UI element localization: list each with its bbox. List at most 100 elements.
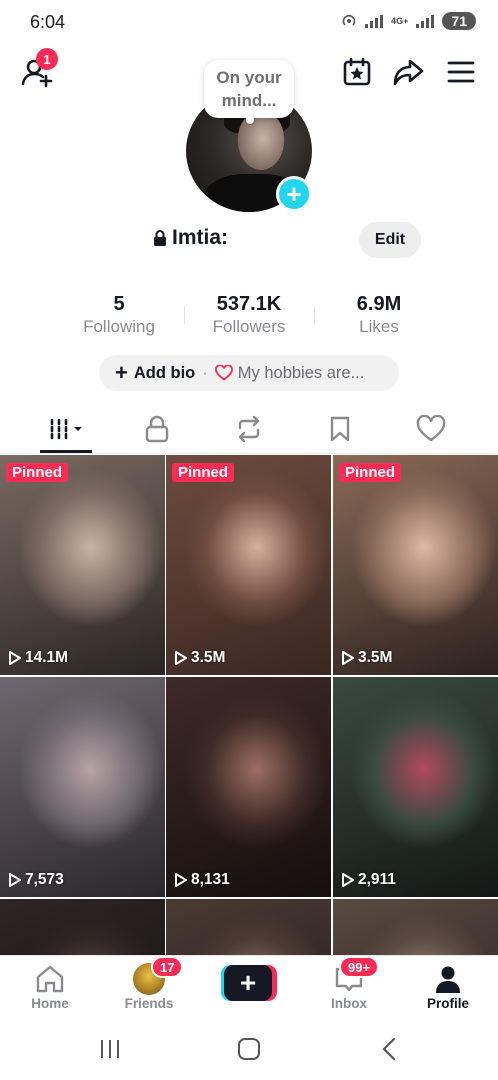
- status-bar: 6:04 4G+ 71: [0, 0, 498, 44]
- note-bubble-tail: [246, 116, 254, 124]
- status-icons: 4G+ 71: [341, 12, 476, 30]
- play-icon: [342, 873, 354, 887]
- heart-outline-icon: [416, 415, 446, 442]
- tab-private[interactable]: [127, 406, 187, 452]
- play-icon: [175, 651, 187, 665]
- lock-icon: [145, 415, 169, 443]
- system-nav-bar: [0, 1017, 498, 1080]
- video-thumbnail[interactable]: 2,911: [333, 677, 498, 897]
- active-tab-indicator: [40, 450, 92, 453]
- video-thumbnail[interactable]: 7,573: [0, 677, 165, 897]
- bottom-nav: Home Friends 17 + Inbox 99+ Profile: [0, 955, 498, 1017]
- pinned-badge: Pinned: [172, 463, 235, 482]
- edit-profile-button[interactable]: Edit: [359, 222, 421, 258]
- hobbies-label: My hobbies are...: [237, 363, 365, 382]
- video-thumbnail[interactable]: Pinned 3.5M: [166, 455, 331, 675]
- likes-count: 6.9M: [356, 293, 402, 315]
- stat-likes[interactable]: 6.9M Likes: [319, 292, 439, 338]
- stat-following[interactable]: 5 Following: [59, 292, 179, 338]
- nav-inbox-label: Inbox: [331, 996, 367, 1011]
- status-time: 6:04: [30, 12, 66, 32]
- videos-grid-icon: [50, 418, 82, 440]
- view-count: 14.1M: [8, 649, 68, 667]
- calendar-button[interactable]: [341, 56, 373, 88]
- bio-separator: ·: [202, 363, 208, 382]
- stat-divider: [314, 306, 315, 324]
- inbox-badge: 99+: [339, 956, 380, 978]
- note-bubble[interactable]: On your mind...: [204, 60, 294, 118]
- profile-stats: 5 Following 537.1K Followers 6.9M Likes: [0, 292, 498, 342]
- play-icon: [175, 873, 187, 887]
- followers-label: Followers: [212, 317, 286, 336]
- video-thumbnail[interactable]: Pinned 3.5M: [333, 455, 498, 675]
- profile-tabs: [0, 406, 498, 454]
- view-count: 3.5M: [174, 649, 225, 667]
- video-thumbnail[interactable]: [166, 899, 331, 955]
- view-count-value: 8,131: [191, 871, 230, 888]
- home-icon: [36, 965, 64, 993]
- share-profile-button[interactable]: [392, 56, 424, 88]
- menu-icon: [447, 61, 475, 83]
- nav-home[interactable]: Home: [10, 962, 90, 1011]
- username-row: Imtia:: [152, 226, 228, 250]
- view-count-value: 7,573: [25, 871, 64, 888]
- create-button[interactable]: +: [221, 965, 277, 1001]
- video-thumbnail[interactable]: [0, 899, 165, 955]
- calendar-star-icon: [343, 57, 371, 86]
- home-button-icon[interactable]: [237, 1037, 261, 1061]
- username: Imtia:: [172, 226, 229, 249]
- view-count: 8,131: [174, 871, 230, 889]
- following-label: Following: [83, 317, 155, 336]
- view-count-value: 2,911: [358, 871, 396, 888]
- video-grid: Pinned 14.1M Pinned 3.5M Pinned 3.5M 7,5…: [0, 455, 498, 955]
- create-plus-icon: +: [224, 965, 272, 1001]
- signal-icon-2: [416, 14, 435, 28]
- menu-button[interactable]: [446, 56, 478, 88]
- view-count-value: 3.5M: [358, 649, 393, 666]
- plus-icon: +: [115, 360, 128, 385]
- profile-icon: [436, 966, 460, 993]
- play-icon: [9, 873, 21, 887]
- recent-apps-icon[interactable]: [98, 1037, 122, 1061]
- tab-favorites[interactable]: [310, 406, 370, 452]
- hotspot-icon: [342, 14, 356, 26]
- nav-profile[interactable]: Profile: [408, 962, 488, 1011]
- play-icon: [342, 651, 354, 665]
- private-lock-icon: [154, 230, 166, 246]
- add-bio-button[interactable]: + Add bio · My hobbies are...: [99, 355, 399, 391]
- stat-followers[interactable]: 537.1K Followers: [189, 292, 309, 338]
- bookmark-icon: [330, 416, 350, 442]
- pinned-badge: Pinned: [6, 463, 69, 482]
- pinned-badge: Pinned: [339, 463, 402, 482]
- view-count-value: 3.5M: [191, 649, 226, 666]
- network-type-label: 4G+: [391, 15, 409, 26]
- tab-videos[interactable]: [38, 406, 98, 452]
- play-icon: [9, 651, 21, 665]
- followers-count: 537.1K: [216, 293, 282, 315]
- nav-home-label: Home: [31, 996, 69, 1011]
- heart-icon: [214, 365, 233, 381]
- following-count: 5: [113, 293, 125, 315]
- share-icon: [393, 59, 424, 86]
- repost-icon: [238, 415, 260, 443]
- view-count: 7,573: [8, 871, 64, 889]
- friends-badge: 17: [151, 956, 184, 978]
- back-icon[interactable]: [378, 1037, 402, 1061]
- view-count-value: 14.1M: [25, 649, 69, 666]
- notification-badge: 1: [36, 48, 58, 70]
- stat-divider: [184, 306, 185, 324]
- likes-label: Likes: [359, 317, 399, 336]
- view-count: 3.5M: [341, 649, 392, 667]
- view-count: 2,911: [341, 871, 396, 889]
- battery-indicator: 71: [442, 12, 476, 30]
- add-avatar-plus-icon[interactable]: +: [276, 176, 312, 212]
- add-bio-label: Add bio: [133, 363, 196, 382]
- video-thumbnail[interactable]: Pinned 14.1M: [0, 455, 165, 675]
- nav-profile-label: Profile: [426, 996, 469, 1011]
- tab-liked[interactable]: [401, 406, 461, 452]
- video-thumbnail[interactable]: 8,131: [166, 677, 331, 897]
- signal-icon: [365, 14, 384, 28]
- tab-reposts[interactable]: [219, 406, 279, 452]
- video-thumbnail[interactable]: [333, 899, 498, 955]
- nav-friends-label: Friends: [124, 996, 174, 1011]
